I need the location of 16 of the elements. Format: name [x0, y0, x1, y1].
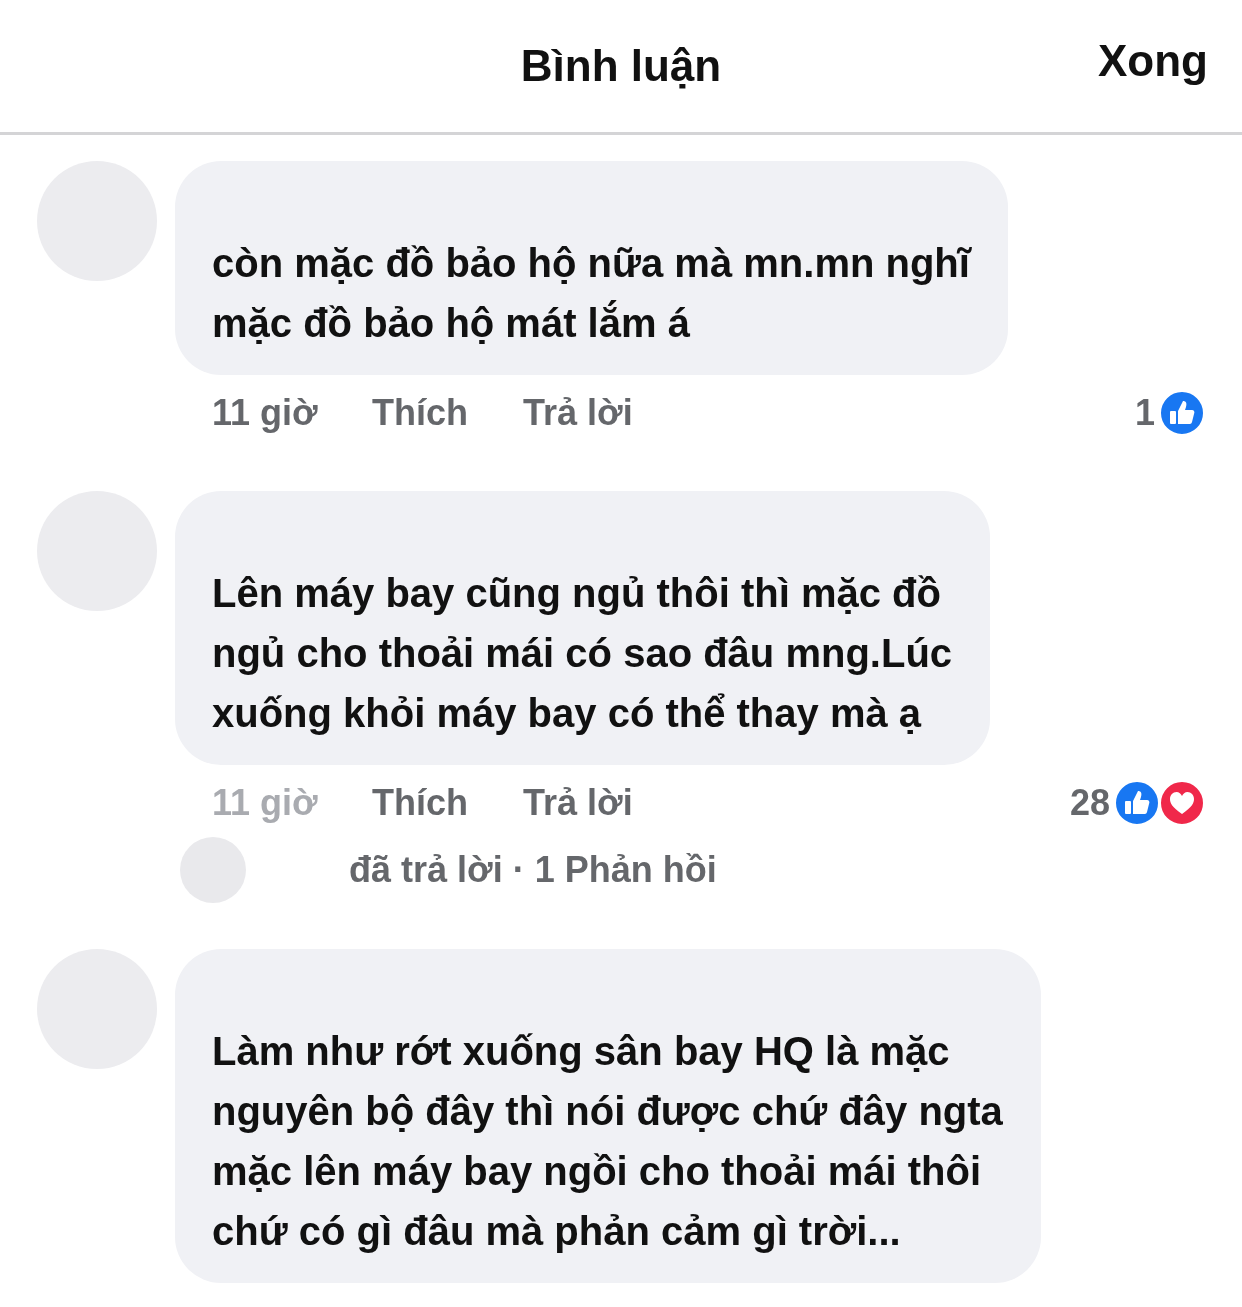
reaction-count: 28 [1069, 782, 1110, 824]
screen-title: Bình luận [520, 41, 722, 91]
done-button[interactable]: Xong [1098, 36, 1208, 86]
reply-link[interactable]: Trả lời [523, 392, 633, 434]
thumbs-up-icon [1158, 389, 1206, 437]
replies-link[interactable]: đã trả lời · 1 Phản hồi [349, 849, 717, 891]
like-link[interactable]: Thích [372, 782, 468, 824]
like-link[interactable]: Thích [372, 392, 468, 434]
comment-time: 11 giờ [211, 392, 319, 434]
reply-link[interactable]: Trả lời [523, 782, 633, 824]
thumbs-up-icon [1113, 779, 1161, 827]
reaction-count: 1 [1134, 392, 1155, 434]
comment-time: 11 giờ [211, 782, 319, 824]
comment-text: Làm như rớt xuống sân bay HQ là mặc nguyên bộ đây thì nói được chứ đây ngta mặc lên máy bay ngồi cho thoải mái thôi chứ có gì đâu mà phản cảm gì trời... [175, 949, 1041, 1283]
comment-text: còn mặc đồ bảo hộ nữa mà mn.mn nghĩ mặc đồ bảo hộ mát lắm á [175, 161, 1008, 375]
comment-text: Lên máy bay cũng ngủ thôi thì mặc đồ ngủ cho thoải mái có sao đâu mng.Lúc xuống khỏi máy bay có thể thay mà ạ [175, 491, 991, 765]
